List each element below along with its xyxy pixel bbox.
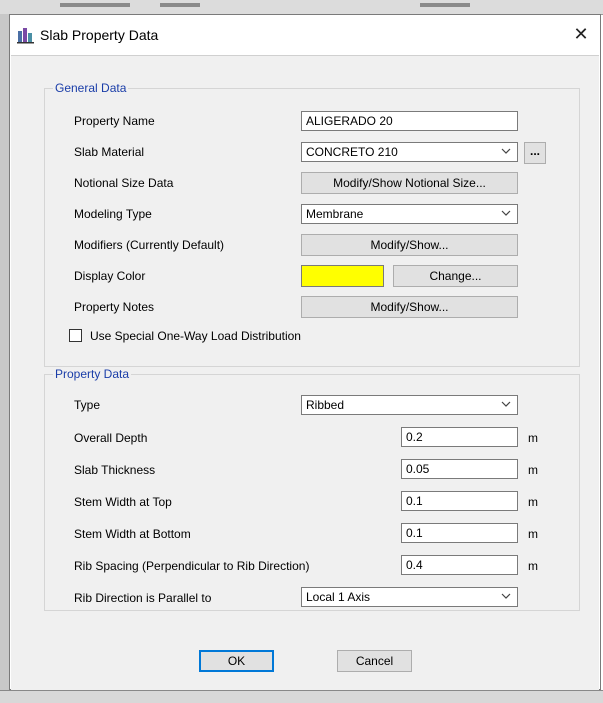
chevron-down-icon — [501, 401, 511, 407]
chevron-down-icon — [501, 210, 511, 216]
stem-width-top-label: Stem Width at Top — [74, 495, 172, 509]
stem-width-bottom-unit: m — [528, 527, 538, 541]
display-color-swatch[interactable] — [301, 265, 384, 287]
property-notes-button[interactable]: Modify/Show... — [301, 296, 518, 318]
rib-spacing-field[interactable]: 0.4 — [401, 555, 518, 575]
slab-material-value: CONCRETO 210 — [306, 145, 398, 159]
overall-depth-unit: m — [528, 431, 538, 445]
dialog-body: General Data Property Name ALIGERADO 20 … — [11, 55, 599, 690]
slab-material-select[interactable]: CONCRETO 210 — [301, 142, 518, 162]
background-app-statusbar — [0, 690, 603, 703]
slab-thickness-label: Slab Thickness — [74, 463, 156, 477]
change-color-button[interactable]: Change... — [393, 265, 518, 287]
one-way-load-label[interactable]: Use Special One-Way Load Distribution — [90, 329, 301, 343]
property-name-label: Property Name — [74, 114, 155, 128]
notional-size-label: Notional Size Data — [74, 176, 174, 190]
stem-width-top-unit: m — [528, 495, 538, 509]
property-notes-label: Property Notes — [74, 300, 155, 314]
ok-button[interactable]: OK — [199, 650, 274, 672]
rib-direction-select[interactable]: Local 1 Axis — [301, 587, 518, 607]
type-value: Ribbed — [306, 398, 345, 412]
rib-spacing-unit: m — [528, 559, 538, 573]
stem-width-top-field[interactable]: 0.1 — [401, 491, 518, 511]
close-icon[interactable]: ✕ — [570, 23, 592, 45]
type-select[interactable]: Ribbed — [301, 395, 518, 415]
rib-spacing-label: Rib Spacing (Perpendicular to Rib Direct… — [74, 559, 310, 573]
display-color-label: Display Color — [74, 269, 146, 283]
stem-width-bottom-label: Stem Width at Bottom — [74, 527, 191, 541]
notional-size-button[interactable]: Modify/Show Notional Size... — [301, 172, 518, 194]
slab-material-label: Slab Material — [74, 145, 145, 159]
rib-direction-value: Local 1 Axis — [306, 590, 371, 604]
rib-direction-label: Rib Direction is Parallel to — [74, 591, 212, 605]
chevron-down-icon — [501, 593, 511, 599]
stem-width-bottom-field[interactable]: 0.1 — [401, 523, 518, 543]
cancel-button[interactable]: Cancel — [337, 650, 412, 672]
slab-property-dialog: Slab Property Data ✕ General Data Proper… — [9, 14, 601, 690]
overall-depth-field[interactable]: 0.2 — [401, 427, 518, 447]
material-more-button[interactable]: ... — [524, 142, 546, 164]
slab-thickness-unit: m — [528, 463, 538, 477]
one-way-load-checkbox[interactable] — [69, 329, 82, 342]
modifiers-label: Modifiers (Currently Default) — [74, 238, 225, 252]
dialog-title: Slab Property Data — [40, 27, 159, 43]
overall-depth-label: Overall Depth — [74, 431, 148, 445]
modeling-type-label: Modeling Type — [74, 207, 152, 221]
property-name-field[interactable]: ALIGERADO 20 — [301, 111, 518, 131]
background-app-toolbar — [0, 0, 603, 15]
property-data-legend: Property Data — [53, 367, 132, 381]
general-data-legend: General Data — [53, 81, 129, 95]
app-icon — [17, 28, 34, 44]
modeling-type-select[interactable]: Membrane — [301, 204, 518, 224]
chevron-down-icon — [501, 148, 511, 154]
slab-thickness-field[interactable]: 0.05 — [401, 459, 518, 479]
modifiers-button[interactable]: Modify/Show... — [301, 234, 518, 256]
modeling-type-value: Membrane — [306, 207, 364, 221]
type-label: Type — [74, 398, 101, 412]
dialog-titlebar[interactable]: Slab Property Data ✕ — [10, 15, 600, 55]
